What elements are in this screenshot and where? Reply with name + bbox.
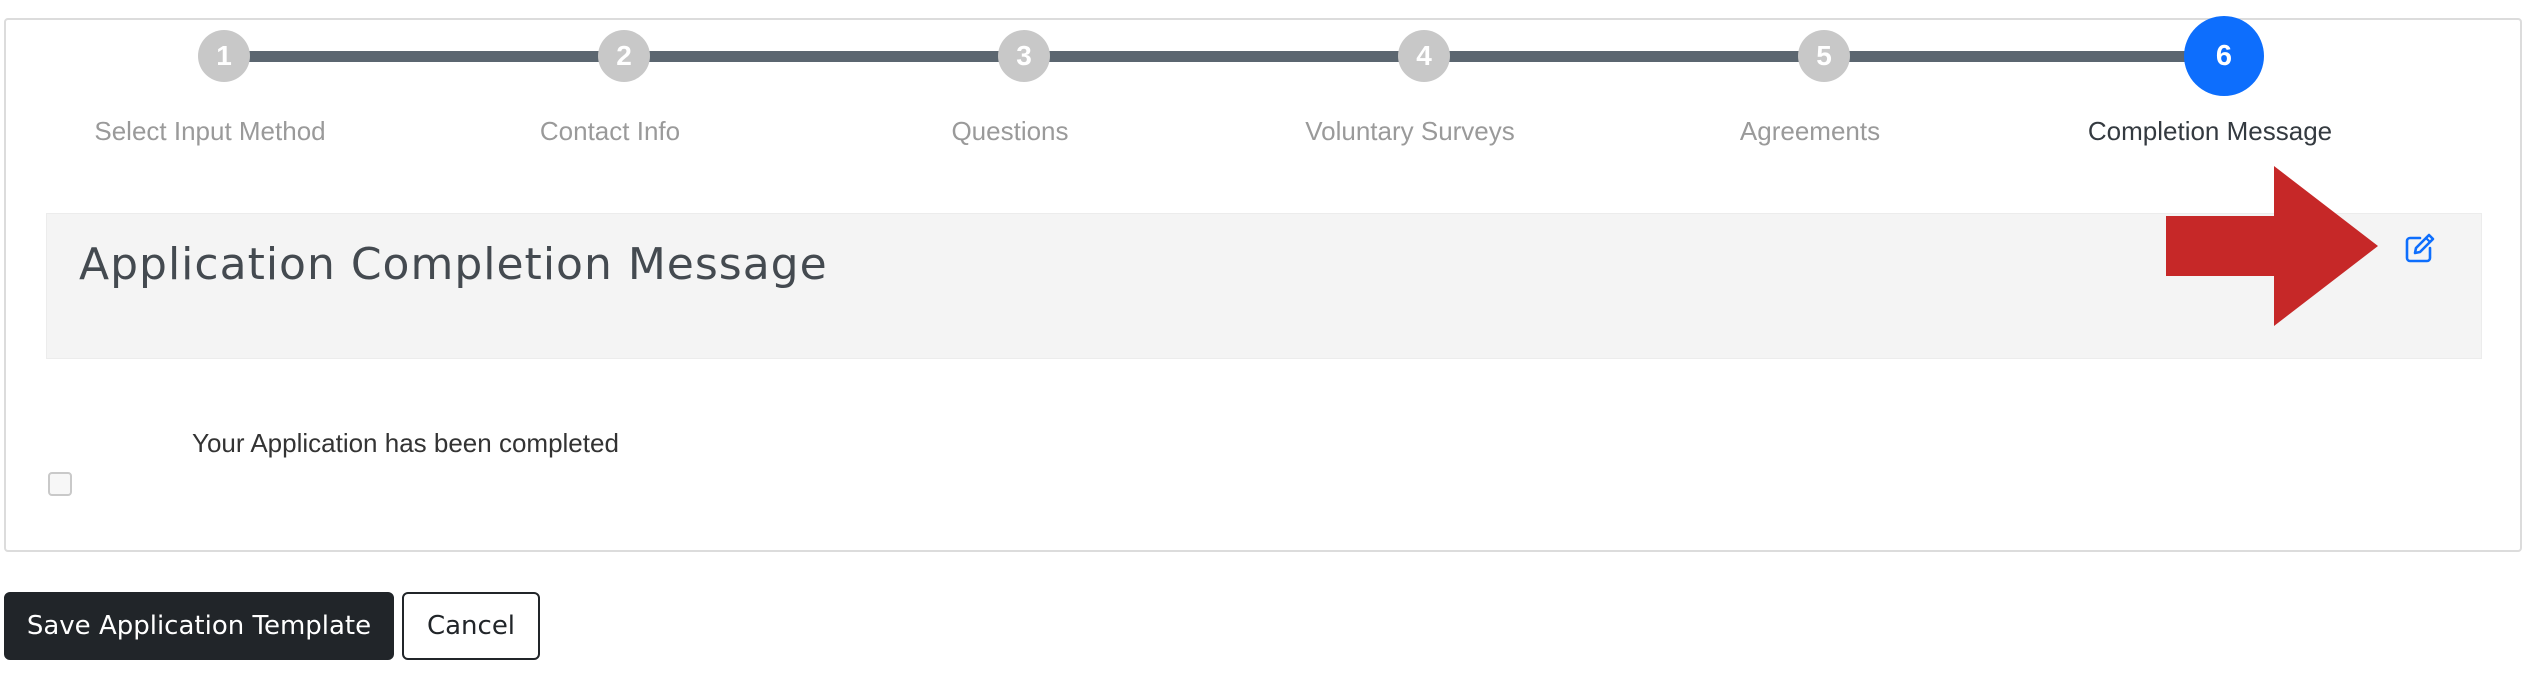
completion-message-text: Your Application has been completed [192, 428, 619, 458]
edit-icon[interactable] [2404, 232, 2436, 264]
step-1-circle[interactable]: 1 [198, 30, 250, 82]
section-title: Application Completion Message [79, 239, 828, 290]
step-connector [1426, 51, 1826, 62]
step-2-circle[interactable]: 2 [598, 30, 650, 82]
step-connector [1826, 51, 2226, 62]
completion-message-header: Application Completion Message [46, 213, 2482, 359]
step-5-label[interactable]: Agreements [1610, 116, 2010, 147]
step-connector [226, 51, 626, 62]
step-connector [626, 51, 1026, 62]
step-6-label[interactable]: Completion Message [2010, 116, 2410, 147]
step-6-circle[interactable]: 6 [2184, 16, 2264, 96]
step-4-label[interactable]: Voluntary Surveys [1210, 116, 1610, 147]
step-connector [1026, 51, 1426, 62]
save-application-template-button[interactable]: Save Application Template [4, 592, 394, 660]
step-5-circle[interactable]: 5 [1798, 30, 1850, 82]
annotation-arrow-icon [2166, 166, 2378, 326]
step-2-label[interactable]: Contact Info [410, 116, 810, 147]
step-3-label[interactable]: Questions [810, 116, 1210, 147]
message-checkbox[interactable] [48, 472, 72, 496]
step-3-circle[interactable]: 3 [998, 30, 1050, 82]
step-1-label[interactable]: Select Input Method [10, 116, 410, 147]
cancel-button[interactable]: Cancel [402, 592, 540, 660]
step-4-circle[interactable]: 4 [1398, 30, 1450, 82]
